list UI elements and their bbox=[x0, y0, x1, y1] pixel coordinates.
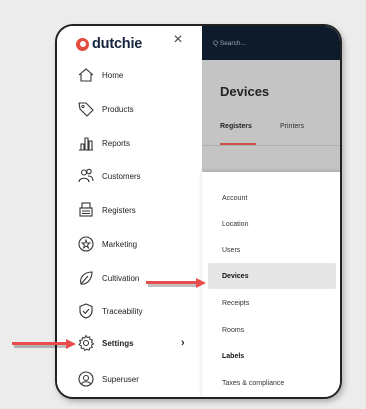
settings-pointer-arrowhead bbox=[66, 338, 76, 349]
arrow-shadow bbox=[148, 284, 198, 287]
devices-pointer-arrowhead bbox=[196, 277, 206, 288]
side-nav: dutchie × Home Products Reports Customer… bbox=[57, 26, 202, 397]
nav-item-marketing[interactable]: Marketing bbox=[57, 229, 202, 259]
nav-label: Products bbox=[102, 104, 134, 114]
nav-item-reports[interactable]: Reports bbox=[57, 128, 202, 158]
page-title: Devices bbox=[220, 84, 270, 99]
search-input[interactable] bbox=[213, 36, 313, 50]
submenu-item-rooms[interactable]: Rooms bbox=[202, 317, 340, 343]
submenu-item-devices[interactable]: Devices bbox=[208, 263, 336, 289]
nav-item-settings[interactable]: Settings › bbox=[57, 328, 202, 358]
settings-pointer-arrow bbox=[12, 342, 68, 345]
devices-pointer-arrow bbox=[146, 281, 198, 284]
submenu-item-receipts[interactable]: Receipts bbox=[202, 290, 340, 316]
nav-item-home[interactable]: Home bbox=[57, 60, 202, 90]
brand-logo[interactable]: dutchie bbox=[76, 33, 142, 55]
bar-chart-icon bbox=[77, 134, 95, 152]
nav-label: Reports bbox=[102, 138, 131, 148]
content-panel: Devices Registers Printers Account Locat… bbox=[202, 26, 340, 397]
chevron-right-icon: › bbox=[181, 337, 185, 349]
nav-label: Traceability bbox=[102, 306, 143, 316]
tab-divider bbox=[202, 145, 340, 146]
nav-item-superuser[interactable]: Superuser bbox=[57, 364, 202, 394]
shield-check-icon bbox=[77, 302, 95, 320]
nav-label: Cultivation bbox=[102, 273, 140, 283]
submenu-item-users[interactable]: Users bbox=[202, 237, 340, 263]
search-bar bbox=[202, 26, 340, 60]
marketing-icon bbox=[77, 235, 95, 253]
dutchie-logo-icon bbox=[76, 37, 89, 51]
nav-item-cultivation[interactable]: Cultivation bbox=[57, 263, 202, 293]
superuser-icon bbox=[77, 370, 95, 388]
app-window: dutchie × Home Products Reports Customer… bbox=[55, 24, 342, 399]
nav-label: Superuser bbox=[102, 374, 139, 384]
brand-name: dutchie bbox=[92, 36, 143, 52]
nav-label: Home bbox=[102, 70, 124, 80]
submenu-item-labels[interactable]: Labels bbox=[202, 343, 340, 369]
nav-label: Marketing bbox=[102, 239, 138, 249]
tab-printers[interactable]: Printers bbox=[280, 123, 304, 130]
nav-label: Registers bbox=[102, 205, 136, 215]
submenu-item-account[interactable]: Account bbox=[202, 185, 340, 211]
nav-item-traceability[interactable]: Traceability bbox=[57, 296, 202, 326]
nav-label: Customers bbox=[102, 171, 141, 181]
nav-item-products[interactable]: Products bbox=[57, 94, 202, 124]
arrow-shadow bbox=[14, 345, 66, 348]
gear-icon bbox=[77, 334, 95, 352]
submenu-item-taxes[interactable]: Taxes & compliance bbox=[202, 370, 340, 396]
home-icon bbox=[77, 66, 95, 84]
submenu-item-location[interactable]: Location bbox=[202, 211, 340, 237]
tag-icon bbox=[77, 100, 95, 118]
nav-item-registers[interactable]: Registers bbox=[57, 195, 202, 225]
nav-label: Settings bbox=[102, 338, 134, 348]
users-icon bbox=[77, 167, 95, 185]
register-icon bbox=[77, 201, 95, 219]
nav-item-customers[interactable]: Customers bbox=[57, 161, 202, 191]
tab-registers[interactable]: Registers bbox=[220, 123, 252, 130]
leaf-icon bbox=[77, 269, 95, 287]
close-icon[interactable]: × bbox=[170, 32, 186, 48]
settings-submenu: Account Location Users Devices Receipts … bbox=[202, 172, 340, 397]
